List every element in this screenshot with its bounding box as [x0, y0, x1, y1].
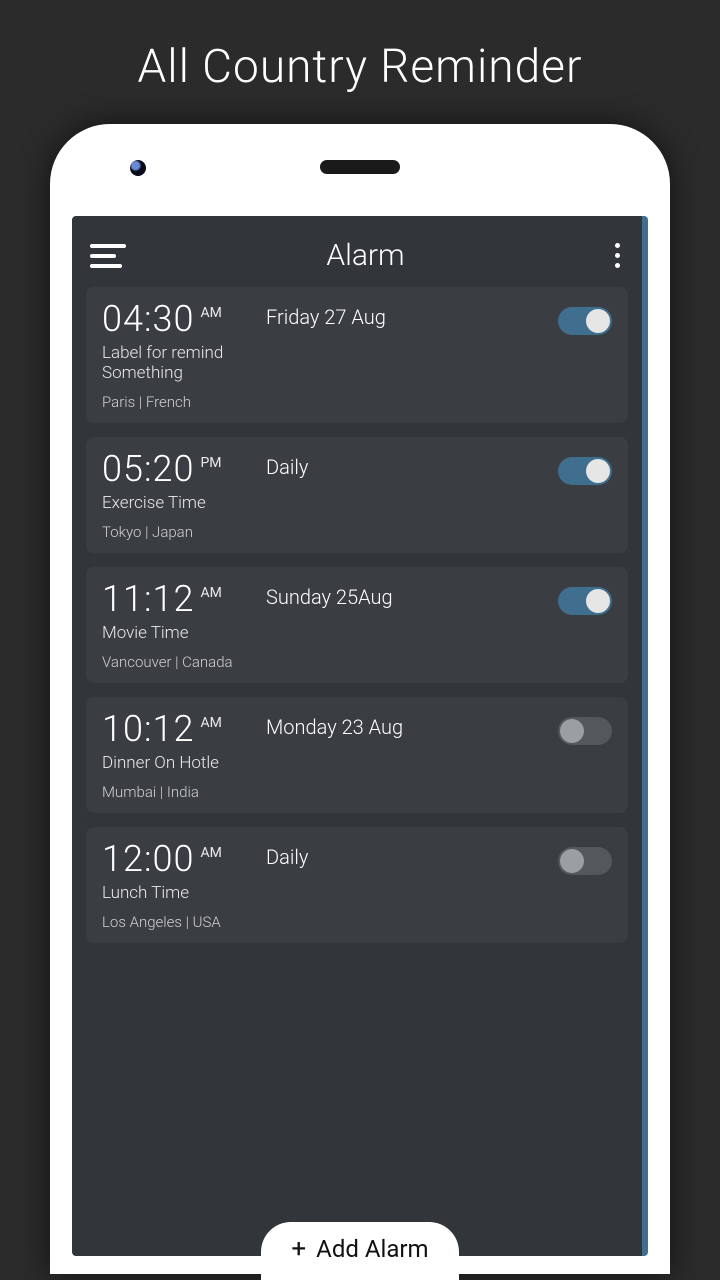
app-bar: Alarm — [72, 216, 642, 287]
alarm-ampm: AM — [200, 715, 221, 731]
alarm-ampm: AM — [200, 585, 221, 601]
plus-icon: + — [291, 1234, 306, 1256]
alarm-location: Los Angeles | USA — [102, 913, 252, 931]
alarm-schedule: Friday 27 Aug — [266, 305, 544, 329]
alarm-toggle[interactable] — [558, 307, 612, 335]
alarm-label: Dinner On Hotle — [102, 753, 252, 773]
alarm-time: 11:12 — [102, 581, 194, 617]
add-alarm-button[interactable]: + Add Alarm — [261, 1222, 458, 1256]
alarm-location: Paris | French — [102, 393, 252, 411]
add-alarm-label: Add Alarm — [316, 1235, 428, 1256]
alarm-ampm: PM — [200, 455, 221, 471]
alarm-toggle[interactable] — [558, 847, 612, 875]
page-title: All Country Reminder — [0, 0, 720, 124]
alarm-card[interactable]: 05:20 PM Exercise Time Tokyo | Japan Dai… — [86, 437, 628, 553]
alarm-card[interactable]: 11:12 AM Movie Time Vancouver | Canada S… — [86, 567, 628, 683]
alarm-time: 04:30 — [102, 301, 194, 337]
alarm-time: 12:00 — [102, 841, 194, 877]
alarm-card[interactable]: 04:30 AM Label for remind Something Pari… — [86, 287, 628, 423]
alarm-schedule: Monday 23 Aug — [266, 715, 544, 739]
alarm-location: Mumbai | India — [102, 783, 252, 801]
alarm-schedule: Sunday 25Aug — [266, 585, 544, 609]
alarm-location: Tokyo | Japan — [102, 523, 252, 541]
more-icon[interactable] — [611, 239, 624, 272]
alarm-toggle[interactable] — [558, 457, 612, 485]
menu-icon[interactable] — [90, 244, 130, 268]
alarm-ampm: AM — [200, 845, 221, 861]
alarm-card[interactable]: 10:12 AM Dinner On Hotle Mumbai | India … — [86, 697, 628, 813]
alarm-schedule: Daily — [266, 845, 544, 869]
alarm-label: Label for remind Something — [102, 343, 252, 383]
alarm-toggle[interactable] — [558, 717, 612, 745]
alarm-location: Vancouver | Canada — [102, 653, 252, 671]
alarm-card[interactable]: 12:00 AM Lunch Time Los Angeles | USA Da… — [86, 827, 628, 943]
device-frame: Alarm 04:30 AM Label for remind Somethin… — [50, 124, 670, 1274]
app-screen: Alarm 04:30 AM Label for remind Somethin… — [72, 216, 648, 1256]
appbar-title: Alarm — [130, 238, 611, 273]
alarm-label: Lunch Time — [102, 883, 252, 903]
alarm-time: 10:12 — [102, 711, 194, 747]
alarm-label: Movie Time — [102, 623, 252, 643]
alarm-ampm: AM — [200, 305, 221, 321]
alarm-toggle[interactable] — [558, 587, 612, 615]
alarm-schedule: Daily — [266, 455, 544, 479]
alarm-label: Exercise Time — [102, 493, 252, 513]
alarm-time: 05:20 — [102, 451, 194, 487]
alarm-list: 04:30 AM Label for remind Something Pari… — [72, 287, 642, 943]
